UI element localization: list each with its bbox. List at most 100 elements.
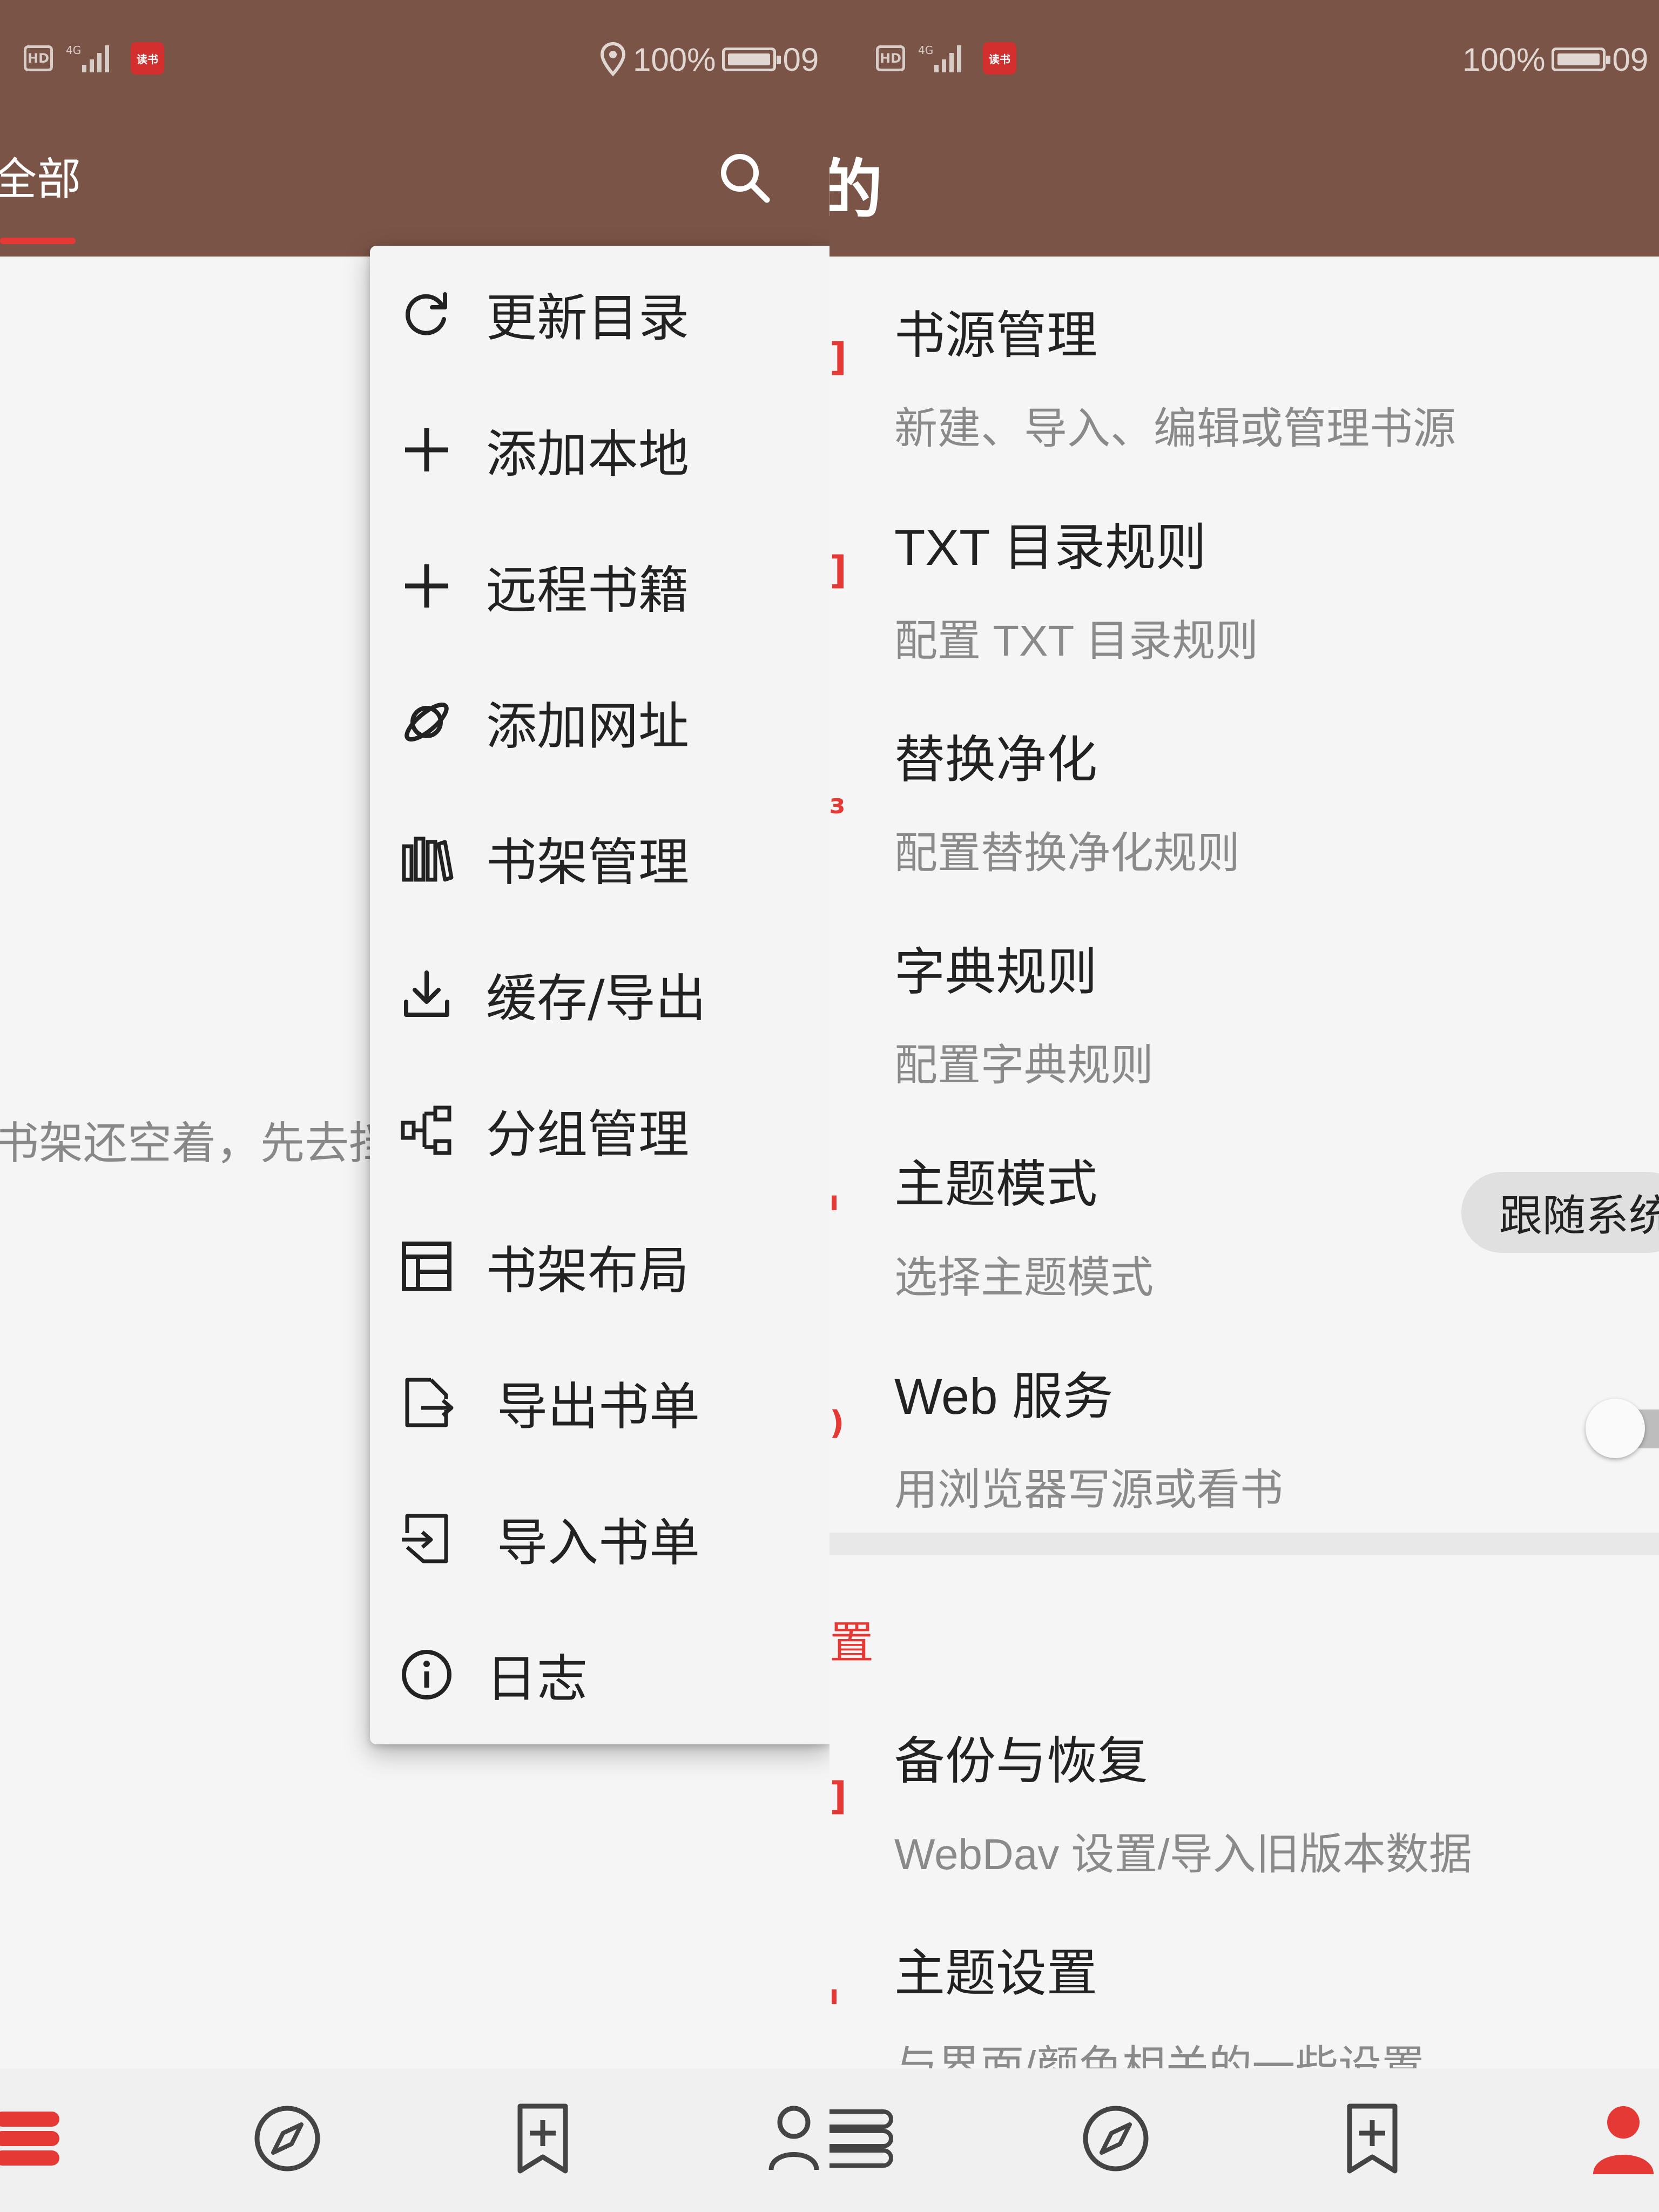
status-icons-right: 100% 09	[599, 38, 819, 81]
section-title: 置	[830, 1617, 874, 1669]
menu-item-add-local[interactable]: 添加本地	[370, 382, 830, 518]
pref-icon-fragment: ]	[830, 548, 847, 592]
menu-item-group-manage[interactable]: 分组管理	[370, 1062, 830, 1198]
info-icon	[402, 1650, 451, 1700]
my-screen: HD 4G 读书 100% 09 的 ] ] з ı ) ] ı 书源管理 新建…	[830, 0, 1659, 2212]
status-bar: HD 4G 读书 100% 09	[0, 0, 830, 116]
theme-mode-chip[interactable]: 跟随系统	[1461, 1172, 1659, 1253]
group-icon	[401, 1105, 451, 1155]
battery-percent: 100%	[1462, 41, 1546, 78]
clock: 09	[783, 41, 819, 78]
hd-icon: HD	[876, 45, 905, 71]
pref-icon-fragment: з	[830, 788, 846, 820]
battery-icon	[1552, 48, 1611, 71]
pref-summary: 配置字典规则	[894, 1041, 1154, 1089]
menu-item-cache-export[interactable]: 缓存/导出	[370, 926, 830, 1062]
status-icons-left: HD 4G 读书	[24, 42, 164, 75]
menu-label: 导入书单	[497, 1514, 700, 1573]
pref-title: 主题设置	[894, 1945, 1098, 2001]
clock: 09	[1612, 41, 1649, 78]
search-icon[interactable]	[713, 146, 778, 211]
pref-icon-fragment: ]	[830, 1774, 847, 1818]
pref-title: 字典规则	[894, 943, 1098, 1000]
menu-label: 日志	[486, 1650, 588, 1709]
app-notification-icon: 读书	[131, 42, 164, 75]
bookshelf-icon[interactable]	[830, 2101, 894, 2176]
bottom-navigation	[830, 2068, 1659, 2212]
import-icon	[402, 1514, 448, 1563]
rss-icon[interactable]	[505, 2101, 581, 2176]
battery-icon	[722, 48, 781, 71]
menu-item-bookshelf-manage[interactable]: 书架管理	[370, 790, 830, 926]
status-icons-right: 100% 09	[1462, 38, 1648, 81]
overflow-menu: 更新目录 添加本地 远程书籍 添加网址 书架管理 缓存/导出 分组管理 书架布局…	[370, 246, 830, 1744]
pref-icon-fragment: )	[830, 1404, 845, 1442]
pref-summary: WebDav 设置/导入旧版本数据	[894, 1830, 1472, 1878]
pref-summary: 配置替换净化规则	[894, 829, 1240, 877]
location-icon	[600, 42, 626, 77]
menu-label: 添加本地	[486, 425, 690, 484]
bookshelf-icon	[402, 837, 454, 882]
page-title: 的	[830, 154, 883, 226]
download-icon	[404, 970, 449, 1017]
tab-all[interactable]: 全部	[0, 143, 81, 207]
signal-icon: 4G	[66, 44, 109, 72]
plus-icon	[405, 428, 448, 471]
app-notification-icon: 读书	[983, 42, 1016, 75]
pref-title: TXT 目录规则	[894, 519, 1206, 576]
explore-icon[interactable]	[249, 2101, 325, 2176]
menu-label: 缓存/导出	[486, 969, 706, 1028]
my-icon[interactable]	[767, 2101, 830, 2176]
battery-percent: 100%	[633, 41, 716, 78]
top-app-bar: 的	[830, 116, 1659, 257]
web-service-switch-thumb[interactable]	[1586, 1399, 1645, 1458]
layout-icon	[402, 1242, 451, 1291]
pref-txt-toc-rule[interactable]: TXT 目录规则 配置 TXT 目录规则	[894, 507, 1650, 669]
svg-text:4G: 4G	[918, 44, 933, 57]
pref-title: Web 服务	[894, 1368, 1114, 1425]
menu-item-log[interactable]: 日志	[370, 1607, 830, 1743]
export-icon	[405, 1378, 454, 1427]
menu-item-export-booklist[interactable]: 导出书单	[370, 1334, 830, 1471]
explore-icon[interactable]	[1078, 2101, 1154, 2176]
rss-icon[interactable]	[1334, 2101, 1410, 2176]
pref-web-service[interactable]: Web 服务 用浏览器写源或看书	[894, 1355, 1650, 1518]
menu-item-remote-books[interactable]: 远程书籍	[370, 518, 830, 654]
status-bar: HD 4G 读书 100% 09	[830, 0, 1659, 116]
pref-title: 书源管理	[894, 307, 1098, 363]
bookshelf-icon[interactable]	[0, 2101, 70, 2176]
menu-label: 分组管理	[486, 1105, 690, 1164]
pref-title: 备份与恢复	[894, 1732, 1149, 1789]
plus-icon	[405, 564, 448, 608]
menu-label: 导出书单	[497, 1378, 700, 1437]
signal-icon: 4G	[918, 44, 961, 72]
menu-item-add-url[interactable]: 添加网址	[370, 654, 830, 790]
pref-title: 替换净化	[894, 731, 1098, 788]
empty-shelf-hint: 书架还空着，先去挡	[0, 1118, 394, 1169]
my-icon[interactable]	[1586, 2101, 1659, 2176]
pref-icon-fragment: ]	[830, 335, 847, 379]
pref-source-manage[interactable]: 书源管理 新建、导入、编辑或管理书源	[894, 294, 1650, 456]
svg-text:4G: 4G	[66, 44, 81, 57]
section-divider	[830, 1533, 1659, 1555]
bottom-navigation	[0, 2068, 830, 2212]
pref-summary: 配置 TXT 目录规则	[894, 617, 1259, 665]
bookshelf-screen: HD 4G 读书 100% 09 全部 书架还空着，先去挡 更新目录 添加本地 …	[0, 0, 830, 2212]
menu-label: 书架管理	[486, 833, 690, 892]
pref-replace-purify[interactable]: 替换净化 配置替换净化规则	[894, 719, 1650, 881]
pref-summary: 用浏览器写源或看书	[894, 1466, 1283, 1514]
planet-icon	[404, 702, 449, 742]
tab-indicator	[0, 238, 76, 244]
status-icons-left: HD 4G 读书	[876, 42, 1016, 75]
menu-item-bookshelf-layout[interactable]: 书架布局	[370, 1198, 830, 1334]
menu-label: 更新目录	[486, 289, 690, 348]
hd-icon: HD	[24, 45, 53, 71]
pref-summary: 新建、导入、编辑或管理书源	[894, 404, 1456, 453]
pref-icon-fragment: ı	[830, 1185, 839, 1217]
menu-label: 远程书籍	[486, 561, 690, 620]
menu-item-import-booklist[interactable]: 导入书单	[370, 1471, 830, 1607]
pref-backup-restore[interactable]: 备份与恢复 WebDav 设置/导入旧版本数据	[894, 1720, 1650, 1882]
menu-item-update-toc[interactable]: 更新目录	[370, 246, 830, 382]
top-app-bar: 全部	[0, 116, 830, 257]
pref-dict-rule[interactable]: 字典规则 配置字典规则	[894, 931, 1650, 1093]
